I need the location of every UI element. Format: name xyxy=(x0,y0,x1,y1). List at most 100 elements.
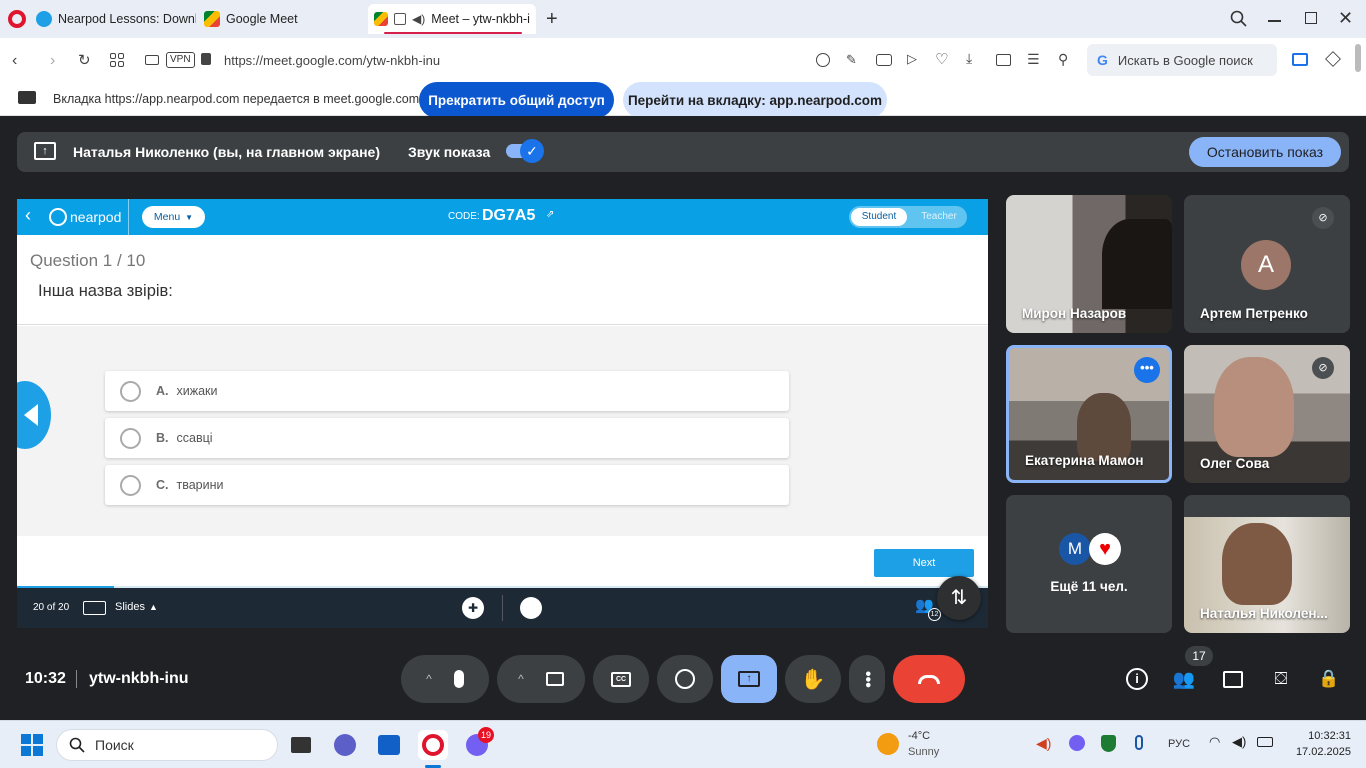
question-number: Question 1 / 10 xyxy=(30,251,146,270)
reactions-button[interactable] xyxy=(657,655,713,703)
opera-logo-icon[interactable] xyxy=(8,10,26,28)
forward-icon[interactable]: › xyxy=(50,52,55,70)
next-button[interactable]: Next xyxy=(874,549,974,577)
speed-dial-icon[interactable] xyxy=(110,53,124,67)
slides-toggle[interactable]: Slides ▲ xyxy=(115,601,158,613)
leave-call-button[interactable] xyxy=(893,655,965,703)
search-box[interactable]: G Искать в Google поиск xyxy=(1087,44,1277,76)
windows-start-icon[interactable] xyxy=(21,734,43,756)
opera-taskbar-icon[interactable] xyxy=(418,730,448,760)
radio-icon[interactable] xyxy=(120,380,141,402)
sun-weather-icon[interactable] xyxy=(877,733,899,755)
tab-search-icon[interactable] xyxy=(1230,10,1248,28)
swap-layout-icon[interactable]: ⇅ xyxy=(937,576,981,620)
mic-options-caret-icon[interactable]: ^ xyxy=(426,672,432,686)
close-window-icon[interactable]: ✕ xyxy=(1338,8,1353,29)
participant-tile-1[interactable]: Мирон Назаров xyxy=(1006,195,1172,333)
extensions-icon[interactable] xyxy=(1325,51,1341,67)
present-now-button[interactable]: ↑ xyxy=(721,655,777,703)
captions-button[interactable]: CC xyxy=(593,655,649,703)
search-placeholder: Искать в Google поиск xyxy=(1117,52,1253,68)
clock-time[interactable]: 10:32:31 xyxy=(1289,730,1351,742)
restore-icon[interactable] xyxy=(1305,12,1317,24)
reload-icon[interactable]: ↻ xyxy=(78,51,91,69)
address-bar: ‹ › ↻ VPN https://meet.google.com/ytw-nk… xyxy=(0,38,1366,82)
participant-tile-4[interactable]: ⊘ Олег Сова xyxy=(1184,345,1350,483)
menu-button[interactable]: Menu ▼ xyxy=(142,206,205,228)
sidebar-icon[interactable] xyxy=(1292,53,1308,66)
battery-icon[interactable] xyxy=(1257,737,1273,747)
vpn-badge[interactable]: VPN xyxy=(166,52,195,68)
host-controls-button[interactable]: 🔒 xyxy=(1316,666,1342,692)
video-camera-icon[interactable] xyxy=(545,672,564,686)
meeting-time: 10:32 xyxy=(25,670,66,687)
tab-google-meet[interactable]: Google Meet xyxy=(204,6,364,32)
more-options-button[interactable]: ••• xyxy=(849,655,885,703)
edit-icon[interactable]: ✎ xyxy=(846,52,857,68)
microphone-icon[interactable] xyxy=(453,670,464,688)
meeting-info-button[interactable]: i xyxy=(1124,666,1150,692)
taskbar-search[interactable]: Поиск xyxy=(56,729,278,761)
choice-letter: B. xyxy=(156,431,169,445)
slides-label: Slides xyxy=(115,601,145,613)
activities-icon: ⛋ xyxy=(1274,669,1288,688)
people-count-badge: 17 xyxy=(1185,646,1213,666)
radio-icon[interactable] xyxy=(120,427,141,449)
choice-letter: C. xyxy=(156,478,169,492)
security-shield-icon[interactable] xyxy=(1101,735,1116,752)
role-toggle[interactable]: Student Teacher xyxy=(849,206,967,228)
external-link-icon[interactable]: ⇗ xyxy=(546,209,554,220)
board-icon[interactable] xyxy=(520,597,542,619)
scrollbar-thumb[interactable] xyxy=(1355,44,1361,72)
sound-toggle[interactable]: ✓ xyxy=(506,139,544,163)
play-icon[interactable]: ▷ xyxy=(907,51,917,67)
raise-hand-button[interactable]: ✋ xyxy=(785,655,841,703)
more-options-icon[interactable]: ••• xyxy=(1134,357,1160,383)
people-button[interactable]: 👥 xyxy=(1171,666,1197,692)
back-icon[interactable]: ‹ xyxy=(12,52,17,70)
volume-icon[interactable]: ◀) xyxy=(1232,734,1246,750)
chat-button[interactable] xyxy=(1220,666,1246,692)
more-participants-tile[interactable]: M ♥ Ещё 11 чел. xyxy=(1006,495,1172,633)
nearpod-header: ‹ nearpod Menu ▼ CODE: DG7A5 ⇗ Student Te… xyxy=(17,199,988,235)
clock-date[interactable]: 17.02.2025 xyxy=(1285,746,1351,758)
tab-nearpod[interactable]: Nearpod Lessons: Downlo xyxy=(36,6,196,32)
microphone-tray-icon[interactable] xyxy=(1135,735,1143,750)
go-to-tab-button[interactable]: Перейти на вкладку: app.nearpod.com xyxy=(623,82,887,118)
heart-icon[interactable]: ♡ xyxy=(935,50,948,68)
easy-setup-icon[interactable]: ☰ xyxy=(1027,51,1040,68)
answer-choice-b[interactable]: B. ссавці xyxy=(105,418,789,458)
participant-tile-3[interactable]: ••• Екатерина Мамон xyxy=(1006,345,1172,483)
account-icon[interactable]: ⚲ xyxy=(1058,51,1068,68)
url-field[interactable]: https://meet.google.com/ytw-nkbh-inu xyxy=(224,53,440,68)
participant-tile-self[interactable]: Наталья Николен... xyxy=(1184,495,1350,633)
student-tab[interactable]: Student xyxy=(851,208,907,226)
presenting-banner: ↑ Наталья Николенко (вы, на главном экра… xyxy=(17,132,1349,172)
new-tab-plus-icon[interactable]: + xyxy=(546,9,558,29)
viber-tray-icon[interactable] xyxy=(1069,735,1085,751)
wifi-icon[interactable]: ◠ xyxy=(1209,734,1220,750)
emoji-icon[interactable] xyxy=(816,53,830,67)
minimize-icon[interactable] xyxy=(1268,20,1281,22)
activities-button[interactable]: ⛋ xyxy=(1268,666,1294,692)
participant-tile-2[interactable]: А ⊘ Артем Петренко xyxy=(1184,195,1350,333)
store-icon[interactable] xyxy=(374,730,404,760)
download-icon[interactable]: ⤓ xyxy=(966,50,972,67)
camera-icon[interactable] xyxy=(145,55,159,65)
stop-presenting-button[interactable]: Остановить показ xyxy=(1189,137,1341,167)
radio-icon[interactable] xyxy=(120,474,141,496)
player-icon[interactable] xyxy=(996,54,1011,66)
tab-meet-active[interactable]: ◀) Meet – ytw-nkbh-i xyxy=(368,4,536,34)
camera-options-caret-icon[interactable]: ^ xyxy=(518,672,524,686)
task-view-icon[interactable] xyxy=(286,730,316,760)
answer-choice-c[interactable]: C. тварини xyxy=(105,465,789,505)
back-chevron-icon[interactable]: ‹ xyxy=(25,206,31,224)
stop-sharing-button[interactable]: Прекратить общий доступ xyxy=(419,82,614,118)
answer-choice-a[interactable]: A. хижаки xyxy=(105,371,789,411)
language-indicator[interactable]: РУС xyxy=(1168,738,1190,750)
puzzle-icon[interactable]: ✚ xyxy=(462,597,484,619)
audio-app-icon[interactable]: ◀) xyxy=(1036,735,1051,752)
teacher-tab[interactable]: Teacher xyxy=(913,208,965,226)
teams-icon[interactable] xyxy=(330,730,360,760)
snapshot-icon[interactable] xyxy=(876,54,892,66)
